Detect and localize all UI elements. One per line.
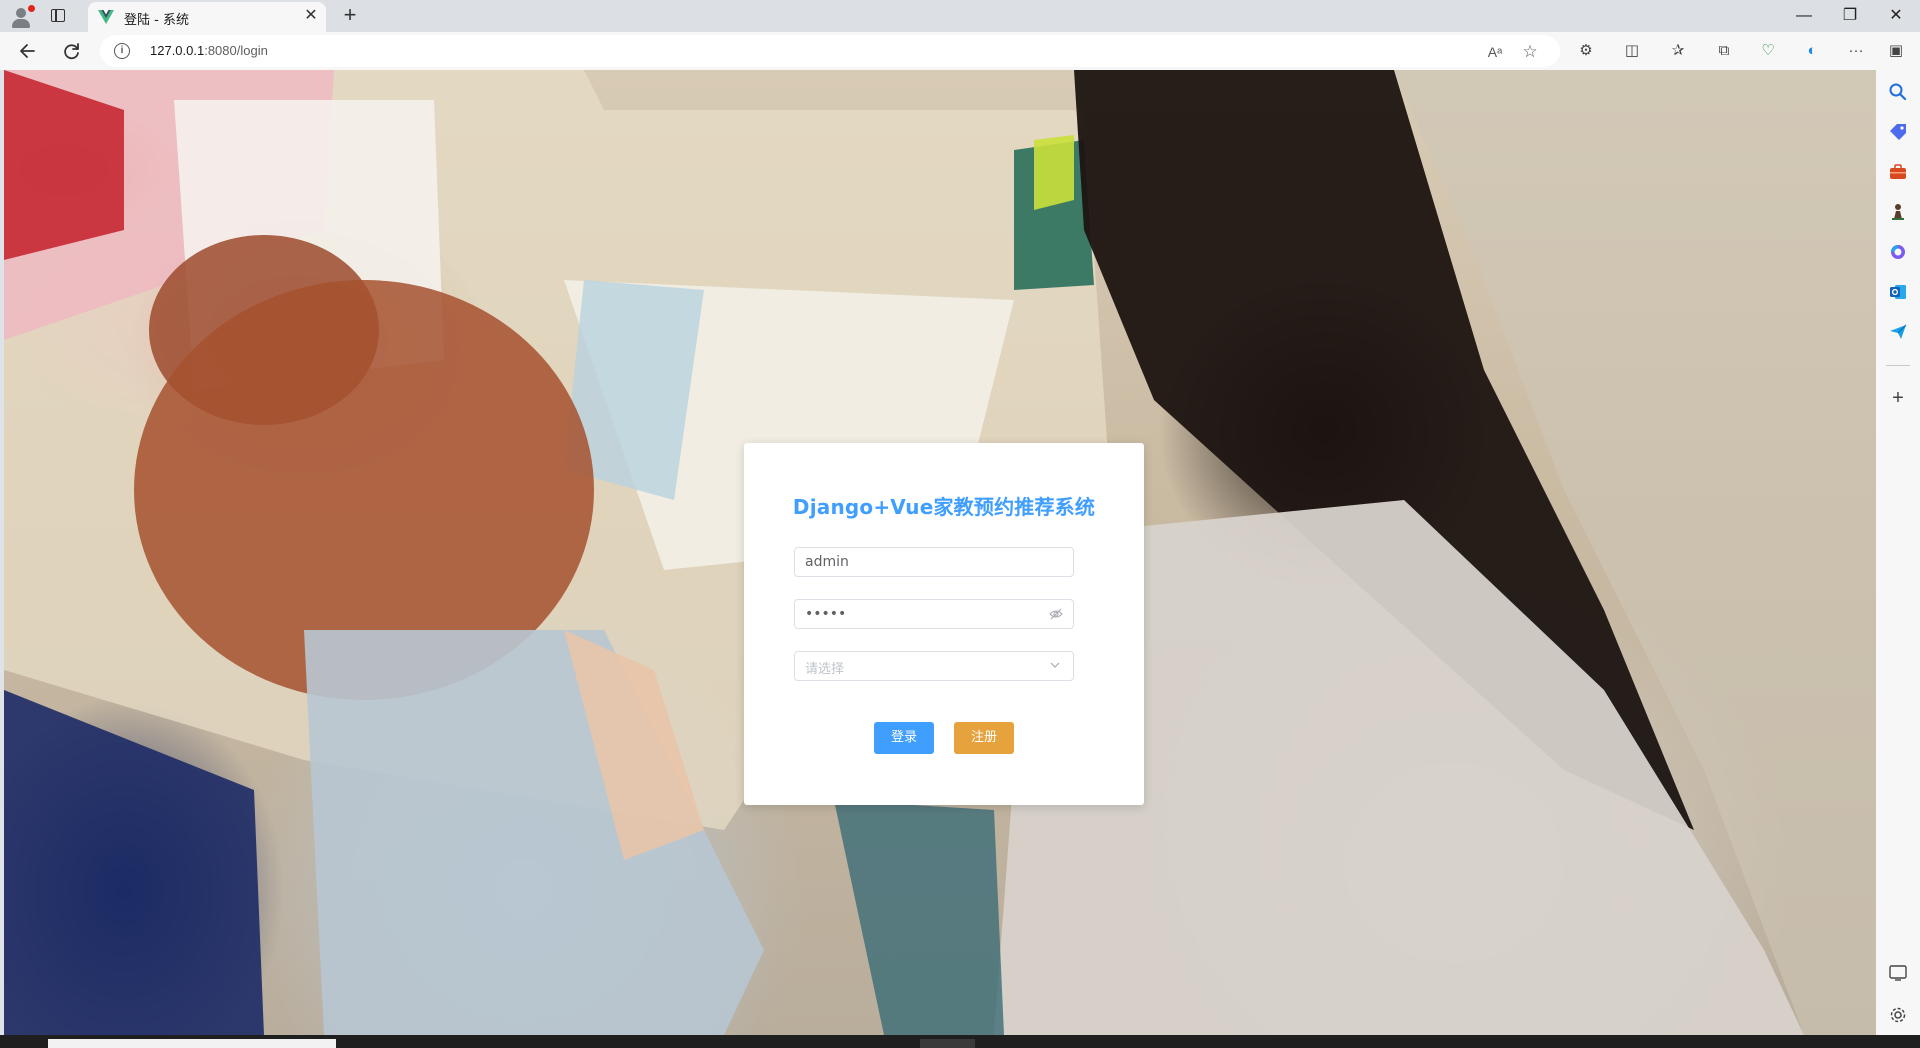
browser-toolbar: i 127.0.0.1:8080/login Aᵃ ☆ ⚙ ◫ ✰ ⧉ ♡ ◐ … — [0, 32, 1920, 70]
copilot-icon[interactable]: ◐ — [1802, 41, 1822, 61]
address-bar[interactable]: i 127.0.0.1:8080/login Aᵃ ☆ — [100, 35, 1560, 67]
close-window-button[interactable]: ✕ — [1876, 4, 1916, 28]
browser-essentials-icon[interactable]: ♡ — [1758, 41, 1778, 61]
send-icon[interactable] — [1888, 322, 1908, 342]
more-menu-icon[interactable]: ··· — [1846, 41, 1866, 61]
collections-icon[interactable]: ⧉ — [1714, 41, 1734, 61]
password-field[interactable] — [794, 599, 1074, 629]
restore-button[interactable]: ❐ — [1830, 4, 1870, 28]
refresh-icon[interactable] — [58, 37, 86, 65]
sidebar-toggle-icon[interactable]: ▣ — [1886, 41, 1906, 61]
extensions-icon[interactable]: ⚙ — [1576, 41, 1596, 61]
password-input[interactable] — [795, 600, 1035, 628]
os-taskbar — [0, 1035, 1920, 1048]
vue-logo-icon — [98, 10, 114, 24]
new-tab-button[interactable]: + — [338, 4, 362, 28]
site-info-icon[interactable]: i — [114, 43, 130, 59]
role-select[interactable]: 请选择 — [794, 651, 1074, 681]
toolbox-icon[interactable] — [1888, 162, 1908, 182]
tab-actions-icon[interactable] — [50, 7, 66, 23]
sidebar-divider — [1886, 365, 1910, 366]
login-form: Django+Vue家教预约推荐系统 请选择 登录 注册 — [744, 443, 1144, 805]
settings-icon[interactable] — [1888, 1005, 1908, 1025]
favorite-star-icon[interactable]: ☆ — [1520, 42, 1540, 62]
tag-icon[interactable] — [1888, 122, 1908, 142]
favorites-icon[interactable]: ✰ — [1668, 41, 1688, 61]
page-content: Django+Vue家教预约推荐系统 请选择 登录 注册 — [4, 70, 1876, 1035]
url-path: :8080/login — [204, 43, 268, 58]
browser-sidebar: + — [1876, 70, 1920, 1035]
read-aloud-icon[interactable]: Aᵃ — [1485, 42, 1505, 62]
add-icon[interactable]: + — [1888, 388, 1908, 408]
username-field[interactable] — [794, 547, 1074, 577]
tab-strip: 登陆 - 系统 ✕ + — ❐ ✕ — [0, 0, 1920, 32]
outlook-icon[interactable] — [1888, 282, 1908, 302]
login-title: Django+Vue家教预约推荐系统 — [792, 495, 1096, 519]
url-host: 127.0.0.1 — [150, 43, 205, 58]
split-screen-icon[interactable]: ◫ — [1622, 41, 1642, 61]
minimize-button[interactable]: — — [1784, 4, 1824, 28]
tab-title: 登陆 - 系统 — [124, 13, 189, 28]
back-arrow-icon[interactable] — [14, 37, 42, 65]
close-tab-icon[interactable]: ✕ — [302, 7, 320, 25]
show-password-icon[interactable] — [1049, 607, 1063, 621]
browser-tab[interactable]: 登陆 - 系统 ✕ — [88, 2, 326, 32]
microsoft365-icon[interactable] — [1888, 242, 1908, 262]
url-text[interactable]: 127.0.0.1:8080/login — [150, 43, 268, 58]
chess-icon[interactable] — [1888, 202, 1908, 222]
username-input[interactable] — [795, 548, 1035, 576]
role-select-placeholder: 请选择 — [805, 662, 845, 677]
chevron-down-icon — [1050, 662, 1060, 668]
screenshot-icon[interactable] — [1888, 963, 1908, 983]
login-button[interactable]: 登录 — [874, 722, 934, 754]
register-button[interactable]: 注册 — [954, 722, 1014, 754]
search-icon[interactable] — [1888, 82, 1908, 102]
profile-icon[interactable] — [8, 3, 36, 29]
